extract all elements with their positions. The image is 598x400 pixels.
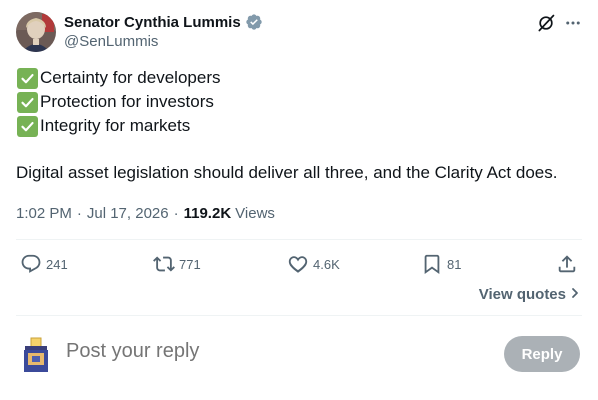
like-icon[interactable]: [287, 253, 309, 275]
check-mark-icon: [17, 67, 38, 89]
tweet-time[interactable]: 1:02 PM: [16, 205, 72, 222]
check-mark-icon: [17, 91, 38, 113]
bookmark-count[interactable]: 81: [447, 257, 461, 272]
bookmark-button[interactable]: 81: [421, 251, 461, 277]
avatar[interactable]: [16, 12, 56, 52]
tweet-line: Certainty for developers: [16, 66, 582, 90]
tweet-line-text: Certainty for developers: [40, 68, 221, 87]
action-bar: 241 771 4.6K 81: [16, 251, 582, 277]
meta-separator: ·: [173, 204, 179, 222]
tweet-date[interactable]: Jul 17, 2026: [87, 205, 169, 222]
views-count[interactable]: 119.2K: [184, 205, 232, 222]
view-quotes-link[interactable]: View quotes: [479, 286, 580, 303]
tweet-meta: 1:02 PM · Jul 17, 2026 · 119.2K Views: [16, 203, 275, 223]
author-display-name[interactable]: Senator Cynthia Lummis: [64, 14, 241, 31]
grok-icon[interactable]: [535, 12, 557, 34]
share-icon[interactable]: [556, 253, 578, 275]
ballot-box-icon[interactable]: [18, 334, 54, 374]
meta-separator: ·: [76, 204, 82, 222]
verified-badge-icon[interactable]: [245, 13, 263, 31]
tweet-paragraph: Digital asset legislation should deliver…: [16, 163, 558, 182]
tweet-line: Protection for investors: [16, 90, 582, 114]
like-count[interactable]: 4.6K: [313, 257, 340, 272]
view-quotes-label[interactable]: View quotes: [479, 286, 566, 303]
repost-icon[interactable]: [153, 253, 175, 275]
reply-submit-button[interactable]: Reply: [504, 336, 580, 372]
chevron-right-icon[interactable]: [570, 286, 580, 303]
reply-count[interactable]: 241: [46, 257, 68, 272]
tweet-text: Certainty for developers Protection for …: [16, 66, 582, 185]
more-icon[interactable]: [562, 12, 584, 34]
repost-button[interactable]: 771: [153, 251, 201, 277]
share-button[interactable]: [556, 251, 578, 277]
repost-count[interactable]: 771: [179, 257, 201, 272]
reply-button[interactable]: 241: [20, 251, 68, 277]
like-button[interactable]: 4.6K: [287, 251, 340, 277]
tweet-line: Integrity for markets: [16, 114, 582, 138]
check-mark-icon: [17, 115, 38, 137]
reply-icon[interactable]: [20, 253, 42, 275]
divider: [16, 315, 582, 316]
views-label[interactable]: Views: [235, 205, 275, 222]
tweet-line-text: Protection for investors: [40, 92, 214, 111]
tweet-line-text: Integrity for markets: [40, 116, 191, 135]
author-handle[interactable]: @SenLummis: [64, 33, 158, 50]
reply-input[interactable]: [66, 340, 331, 363]
divider: [16, 239, 582, 240]
bookmark-icon[interactable]: [421, 253, 443, 275]
reply-composer: Reply: [16, 330, 582, 376]
